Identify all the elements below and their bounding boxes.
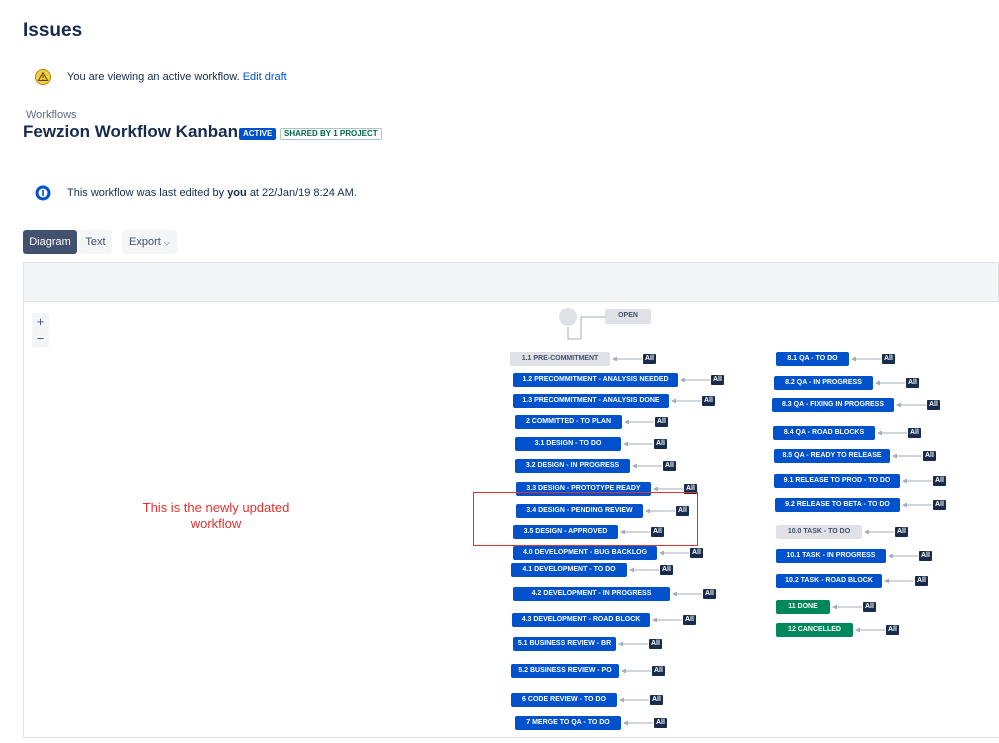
status-5-2-business-review-po[interactable]: 5.2 BUSINESS REVIEW - PO xyxy=(511,664,619,678)
status-7-merge-to-qa-to-do[interactable]: 7 MERGE TO QA - TO DO xyxy=(515,716,621,730)
info-icon xyxy=(35,185,51,201)
all-transition-label[interactable]: All xyxy=(690,548,703,558)
status-1-1-pre-commitment[interactable]: 1.1 PRE-COMMITMENT xyxy=(510,352,610,366)
status-12-cancelled[interactable]: 12 CANCELLED xyxy=(776,623,853,637)
all-transition-label[interactable]: All xyxy=(650,695,663,705)
status-4-0-development-bug-backlog[interactable]: 4.0 DEVELOPMENT - BUG BACKLOG xyxy=(513,546,657,560)
all-transition-label[interactable]: All xyxy=(663,461,676,471)
status-8-3-qa-fixing-in-progress[interactable]: 8.3 QA - FIXING IN PROGRESS xyxy=(772,398,894,412)
all-transition-label[interactable]: All xyxy=(882,354,895,364)
all-transition-label[interactable]: All xyxy=(652,666,665,676)
all-transition-label[interactable]: All xyxy=(703,589,716,599)
start-node[interactable] xyxy=(559,308,577,326)
notice-text: You are viewing an active workflow. xyxy=(67,71,240,83)
status-5-1-business-review-br[interactable]: 5.1 BUSINESS REVIEW - BR xyxy=(513,637,616,651)
all-transition-label[interactable]: All xyxy=(863,602,876,612)
status-6-code-review-to-do[interactable]: 6 CODE REVIEW - TO DO xyxy=(511,693,617,707)
all-transition-label[interactable]: All xyxy=(660,565,673,575)
all-transition-label[interactable]: All xyxy=(649,639,662,649)
status-4-2-development-in-progress[interactable]: 4.2 DEVELOPMENT - IN PROGRESS xyxy=(513,587,670,601)
tab-text[interactable]: Text xyxy=(79,230,112,254)
chevron-down-icon: ⌵ xyxy=(163,238,170,247)
all-transition-label[interactable]: All xyxy=(643,354,656,364)
status-11-done[interactable]: 11 DONE xyxy=(776,600,830,614)
status-4-3-development-road-block[interactable]: 4.3 DEVELOPMENT - ROAD BLOCK xyxy=(512,613,650,627)
status-10-2-task-road-block[interactable]: 10.2 TASK - ROAD BLOCK xyxy=(776,574,882,588)
active-workflow-notice: You are viewing an active workflow. Edit… xyxy=(67,71,287,83)
annotation-highlight-box xyxy=(473,492,698,546)
status-1-3-precommitment-analysis-done[interactable]: 1.3 PRECOMMITMENT - ANALYSIS DONE xyxy=(513,394,669,408)
status-1-2-precommitment-analysis-needed[interactable]: 1.2 PRECOMMITMENT - ANALYSIS NEEDED xyxy=(513,373,678,387)
all-transition-label[interactable]: All xyxy=(906,378,919,388)
all-transition-label[interactable]: All xyxy=(919,551,932,561)
zoom-in-button[interactable]: + xyxy=(32,313,49,330)
all-transition-label[interactable]: All xyxy=(886,625,899,635)
status-8-5-qa-ready-to-release[interactable]: 8.5 QA - READY TO RELEASE xyxy=(774,449,890,463)
all-transition-label[interactable]: All xyxy=(927,400,940,410)
edit-info-prefix: This workflow was last edited by xyxy=(67,187,225,199)
edit-info-user: you xyxy=(227,187,247,199)
edit-info-suffix: at 22/Jan/19 8:24 AM. xyxy=(249,187,357,199)
edit-draft-link[interactable]: Edit draft xyxy=(243,71,287,83)
all-transition-label[interactable]: All xyxy=(915,576,928,586)
all-transition-label[interactable]: All xyxy=(933,500,946,510)
status-4-1-development-to-do[interactable]: 4.1 DEVELOPMENT - TO DO xyxy=(511,563,627,577)
all-transition-label[interactable]: All xyxy=(655,417,668,427)
status-9-2-release-to-beta-to-do[interactable]: 9.2 RELEASE TO BETA - TO DO xyxy=(775,498,900,512)
status-9-1-release-to-prod-to-do[interactable]: 9.1 RELEASE TO PROD - TO DO xyxy=(774,474,900,488)
status-8-2-qa-in-progress[interactable]: 8.2 QA - IN PROGRESS xyxy=(774,376,873,390)
status-2-committed-to-plan[interactable]: 2 COMMITTED - TO PLAN xyxy=(515,415,622,429)
breadcrumb[interactable]: Workflows xyxy=(26,109,77,121)
status-8-1-qa-to-do[interactable]: 8.1 QA - TO DO xyxy=(776,352,849,366)
status-10-0-task-to-do[interactable]: 10.0 TASK - TO DO xyxy=(776,525,862,539)
all-transition-label[interactable]: All xyxy=(895,527,908,537)
all-transition-label[interactable]: All xyxy=(933,476,946,486)
status-10-1-task-in-progress[interactable]: 10.1 TASK - IN PROGRESS xyxy=(776,549,886,563)
all-transition-label[interactable]: All xyxy=(711,375,724,385)
zoom-out-button[interactable]: − xyxy=(32,330,49,347)
status-3-1-design-to-do[interactable]: 3.1 DESIGN - TO DO xyxy=(515,437,621,451)
start-connector xyxy=(559,308,605,340)
status-8-4-qa-road-blocks[interactable]: 8.4 QA - ROAD BLOCKS xyxy=(773,426,875,440)
all-transition-label[interactable]: All xyxy=(654,439,667,449)
shared-badge[interactable]: SHARED BY 1 PROJECT xyxy=(280,128,382,140)
export-dropdown-button[interactable]: Export ⌵ xyxy=(122,230,177,254)
all-transition-label[interactable]: All xyxy=(923,451,936,461)
status-badge: ACTIVE xyxy=(239,128,277,140)
export-label: Export xyxy=(129,236,161,248)
page-title: Issues xyxy=(23,20,83,41)
all-transition-label[interactable]: All xyxy=(683,615,696,625)
warning-icon xyxy=(35,69,51,85)
last-edited-info: This workflow was last edited by you at … xyxy=(67,187,357,199)
status-3-2-design-in-progress[interactable]: 3.2 DESIGN - IN PROGRESS xyxy=(515,459,630,473)
all-transition-label[interactable]: All xyxy=(654,718,667,728)
workflow-title: Fewzion Workflow Kanban xyxy=(23,122,239,141)
status-open[interactable]: OPEN xyxy=(605,309,651,324)
tab-diagram[interactable]: Diagram xyxy=(23,230,77,254)
diagram-toolbar xyxy=(23,262,999,302)
all-transition-label[interactable]: All xyxy=(908,428,921,438)
all-transition-label[interactable]: All xyxy=(702,396,715,406)
annotation-text: This is the newly updated workflow xyxy=(142,500,290,531)
